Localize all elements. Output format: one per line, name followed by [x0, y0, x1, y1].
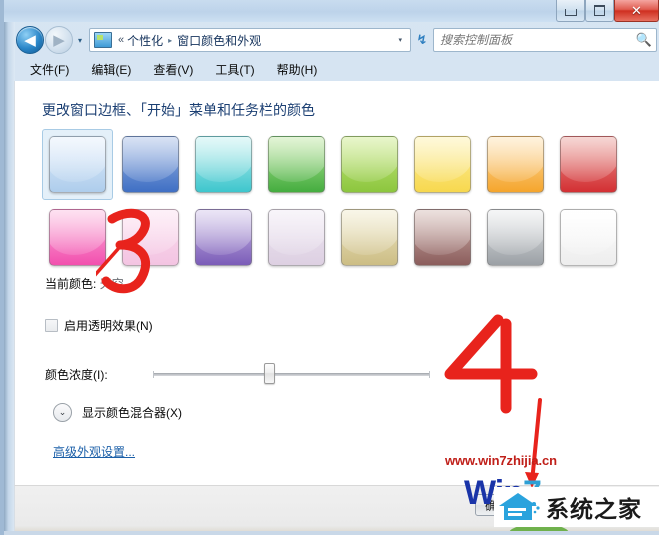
house-logo-icon — [499, 493, 540, 520]
color-swatch-chip — [122, 136, 179, 193]
title-bar: ✕ — [4, 0, 659, 22]
color-swatch-天空[interactable] — [42, 129, 113, 200]
color-swatch-chip — [122, 209, 179, 266]
color-swatch-chip — [49, 136, 106, 193]
close-icon: ✕ — [631, 2, 642, 18]
control-panel-window: ✕ ◀ ▶ ▾ « 个性化 ▸ 窗口颜色和外观 ▾ ↯ 🔍 — [0, 0, 659, 535]
watermark-url: www.win7zhijia.cn — [445, 453, 557, 468]
site-logo-text: 系统之家 — [546, 496, 642, 522]
maximize-icon — [594, 5, 605, 16]
color-swatch-chip — [560, 209, 617, 266]
forward-arrow-icon: ▶ — [53, 31, 65, 49]
color-swatch-chip — [49, 209, 106, 266]
color-swatch-褐色[interactable] — [334, 202, 405, 273]
enable-transparency-label: 启用透明效果(N) — [64, 319, 153, 333]
color-swatch-chip — [414, 136, 471, 193]
control-panel-icon — [94, 32, 112, 48]
color-swatch-橙色[interactable] — [480, 129, 551, 200]
recent-pages-button[interactable]: ▾ — [73, 36, 87, 45]
show-color-mixer-label: 显示颜色混合器(X) — [82, 406, 182, 420]
site-logo: 系统之家 — [494, 487, 659, 527]
color-swatch-玫瑰[interactable] — [115, 202, 186, 273]
menu-item-file[interactable]: 文件(F) — [30, 61, 69, 78]
color-swatch-白色[interactable] — [553, 202, 624, 273]
menu-item-edit[interactable]: 编辑(E) — [91, 61, 131, 78]
color-swatch-row-2 — [42, 202, 626, 273]
color-swatch-红色[interactable] — [553, 129, 624, 200]
color-intensity-slider[interactable] — [153, 361, 430, 387]
enable-transparency-checkbox[interactable] — [45, 319, 58, 332]
search-box[interactable]: 🔍 — [433, 28, 657, 52]
show-color-mixer-row[interactable]: ⌄ 显示颜色混合器(X) — [53, 403, 182, 422]
back-arrow-icon: ◀ — [24, 31, 36, 49]
breadcrumb-item-personalization[interactable]: 个性化 — [127, 32, 163, 49]
window-controls: ✕ — [556, 0, 659, 22]
refresh-icon: ↯ — [416, 32, 428, 47]
color-swatch-chip — [487, 209, 544, 266]
address-bar[interactable]: « 个性化 ▸ 窗口颜色和外观 ▾ — [89, 28, 411, 52]
current-color-value: 天空 — [99, 277, 124, 291]
color-swatch-橄榄[interactable] — [334, 129, 405, 200]
color-swatch-深褐[interactable] — [407, 202, 478, 273]
breadcrumb-overflow-icon[interactable]: « — [118, 34, 124, 46]
color-intensity-row: 颜色浓度(I): — [45, 361, 430, 387]
page-title: 更改窗口边框、「开始」菜单和任务栏的颜色 — [42, 102, 315, 118]
navigation-bar: ◀ ▶ ▾ « 个性化 ▸ 窗口颜色和外观 ▾ ↯ 🔍 — [8, 22, 659, 58]
menu-bar: 文件(F) 编辑(E) 查看(V) 工具(T) 帮助(H) — [8, 58, 659, 80]
address-dropdown-icon[interactable]: ▾ — [394, 36, 408, 44]
menu-item-help[interactable]: 帮助(H) — [277, 61, 318, 78]
breadcrumb-separator-icon: ▸ — [168, 35, 173, 45]
color-swatch-row-1 — [42, 129, 626, 200]
minimize-button[interactable] — [556, 0, 585, 22]
color-swatch-石墨[interactable] — [480, 202, 551, 273]
minimize-icon — [564, 8, 577, 16]
search-icon[interactable]: 🔍 — [632, 32, 656, 48]
slider-track[interactable] — [153, 371, 430, 378]
color-swatch-紫色[interactable] — [188, 202, 259, 273]
color-swatch-粉红[interactable] — [42, 202, 113, 273]
chevron-down-icon[interactable]: ⌄ — [53, 403, 72, 422]
enable-transparency-row[interactable]: 启用透明效果(N) — [45, 317, 153, 334]
close-button[interactable]: ✕ — [614, 0, 659, 22]
color-swatch-chip — [341, 209, 398, 266]
color-swatch-chip — [268, 209, 325, 266]
back-button[interactable]: ◀ — [16, 26, 44, 54]
forward-button[interactable]: ▶ — [45, 26, 73, 54]
color-swatch-黄色[interactable] — [407, 129, 478, 200]
color-swatch-淡紫[interactable] — [261, 202, 332, 273]
current-color-label: 当前颜色: — [45, 277, 97, 291]
color-intensity-label: 颜色浓度(I): — [45, 367, 108, 382]
maximize-button[interactable] — [585, 0, 614, 22]
color-swatch-chip — [341, 136, 398, 193]
menu-item-view[interactable]: 查看(V) — [153, 61, 193, 78]
color-swatch-chip — [195, 209, 252, 266]
color-swatch-青色[interactable] — [188, 129, 259, 200]
breadcrumb-item-window-color[interactable]: 窗口颜色和外观 — [177, 32, 261, 49]
window-bottom-edge — [4, 531, 659, 535]
color-swatch-蓝色[interactable] — [115, 129, 186, 200]
menu-item-tools[interactable]: 工具(T) — [215, 61, 254, 78]
color-swatch-chip — [414, 209, 471, 266]
color-swatch-chip — [195, 136, 252, 193]
color-swatch-绿色[interactable] — [261, 129, 332, 200]
advanced-appearance-settings-link[interactable]: 高级外观设置... — [53, 443, 135, 460]
search-input[interactable] — [434, 33, 632, 47]
refresh-button[interactable]: ↯ — [411, 32, 433, 48]
chevron-down-icon: ▾ — [77, 35, 82, 45]
color-swatch-chip — [560, 136, 617, 193]
content-pane: 更改窗口边框、「开始」菜单和任务栏的颜色 当前颜色: 天空 启用透明效果(N) … — [14, 81, 659, 485]
slider-thumb[interactable] — [264, 363, 276, 384]
current-color-text: 当前颜色: 天空 — [45, 275, 124, 292]
color-swatch-chip — [487, 136, 544, 193]
color-swatch-chip — [268, 136, 325, 193]
